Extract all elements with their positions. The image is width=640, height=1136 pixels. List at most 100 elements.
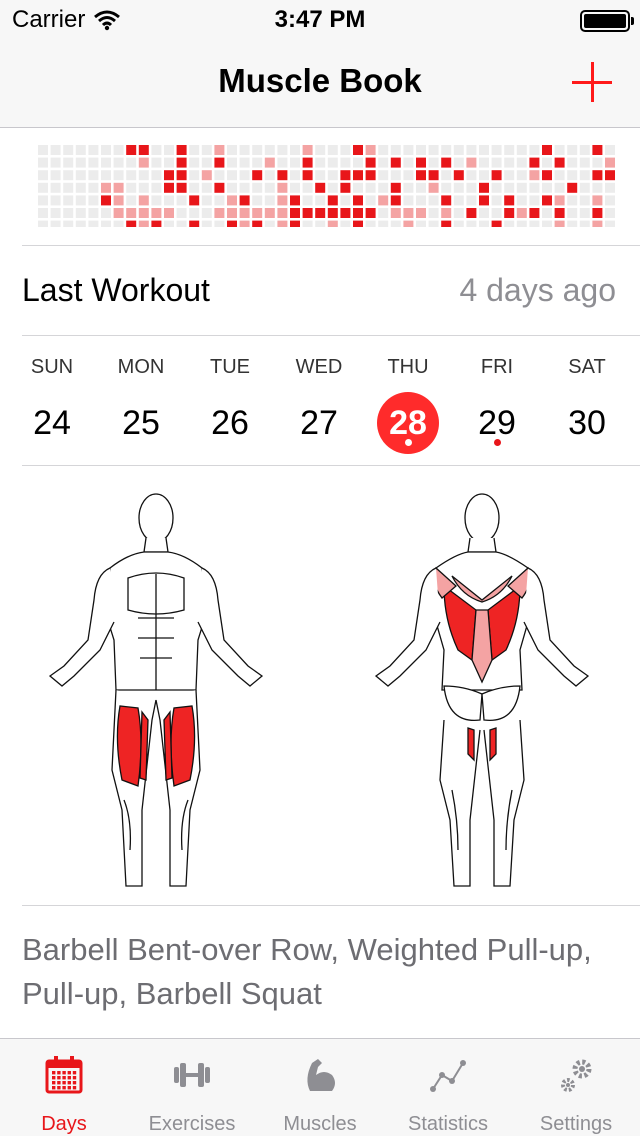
heatmap-cell — [290, 220, 300, 227]
heatmap-cell — [264, 195, 275, 206]
heatmap-cell — [390, 208, 401, 218]
heatmap-cell — [340, 208, 351, 218]
day-thu[interactable]: THU 28 — [363, 336, 453, 464]
heatmap-cell — [567, 157, 578, 168]
heatmap-cell — [252, 182, 263, 193]
heatmap-cell — [264, 157, 275, 168]
tab-label: Days — [41, 1113, 87, 1135]
heatmap-cell — [302, 182, 313, 193]
heatmap-cell — [441, 182, 452, 193]
workout-heatmap[interactable] — [24, 145, 616, 227]
heatmap-cell — [390, 157, 401, 168]
day-sun[interactable]: SUN 24 — [7, 336, 97, 464]
heatmap-cell — [201, 220, 212, 227]
heatmap-cell — [101, 145, 111, 155]
heatmap-cell — [403, 182, 414, 193]
heatmap-cell — [365, 182, 376, 193]
heatmap-cell — [327, 195, 338, 206]
last-workout-row[interactable]: Last Workout 4 days ago — [0, 248, 640, 334]
heatmap-cell — [529, 157, 540, 168]
day-name: SAT — [568, 356, 606, 378]
add-workout-button[interactable] — [572, 62, 612, 102]
heatmap-cell — [353, 220, 363, 227]
heatmap-cell — [201, 182, 212, 193]
heatmap-cell — [567, 220, 578, 227]
heatmap-cell — [63, 145, 74, 155]
heatmap-cell — [38, 170, 48, 181]
heatmap-cell — [113, 157, 124, 168]
heatmap-cell — [428, 170, 439, 181]
heatmap-cell — [491, 157, 502, 168]
status-time: 3:47 PM — [274, 6, 366, 33]
heatmap-cell — [428, 208, 439, 218]
tab-statistics[interactable]: Statistics — [384, 1039, 512, 1136]
heatmap-cell — [516, 157, 527, 168]
line-chart-icon — [428, 1055, 468, 1095]
heatmap-cell — [101, 220, 111, 227]
heatmap-cell — [479, 195, 489, 206]
heatmap-cell — [88, 182, 99, 193]
heatmap-cell — [516, 220, 527, 227]
heatmap-cell — [441, 170, 452, 181]
heatmap-cell — [214, 182, 225, 193]
heatmap-cell — [605, 157, 615, 168]
heatmap-cell — [88, 170, 99, 181]
gears-icon — [556, 1055, 596, 1095]
heatmap-cell — [189, 220, 200, 227]
heatmap-cell — [75, 220, 86, 227]
heatmap-cell — [403, 157, 414, 168]
bicep-icon — [300, 1055, 340, 1095]
heatmap-cell — [542, 157, 552, 168]
battery-icon — [580, 10, 634, 32]
heatmap-cell — [365, 195, 376, 206]
tab-muscles[interactable]: Muscles — [256, 1039, 384, 1136]
heatmap-cell — [239, 157, 250, 168]
heatmap-cell — [579, 220, 590, 227]
heatmap-cell — [428, 145, 439, 155]
heatmap-cell — [441, 195, 452, 206]
tab-days[interactable]: Days — [0, 1039, 128, 1136]
heatmap-cell — [88, 157, 99, 168]
day-name: FRI — [480, 356, 514, 378]
heatmap-cell — [75, 208, 86, 218]
day-tue[interactable]: TUE 26 — [185, 336, 275, 464]
heatmap-cell — [529, 182, 540, 193]
heatmap-cell — [542, 220, 552, 227]
heatmap-cell — [201, 157, 212, 168]
heatmap-cell — [453, 170, 464, 181]
day-fri[interactable]: FRI 29 — [452, 336, 542, 464]
heatmap-cell — [542, 208, 552, 218]
day-mon[interactable]: MON 25 — [96, 336, 186, 464]
heatmap-cell — [605, 145, 615, 155]
heatmap-cell — [504, 195, 515, 206]
heatmap-cell — [63, 208, 74, 218]
heatmap-cell — [214, 195, 225, 206]
day-sat[interactable]: SAT 30 — [542, 336, 632, 464]
heatmap-cell — [101, 182, 111, 193]
heatmap-cell — [579, 157, 590, 168]
heatmap-cell — [441, 157, 452, 168]
heatmap-cell — [542, 182, 552, 193]
heatmap-cell — [151, 145, 162, 155]
day-name: SUN — [30, 356, 74, 378]
heatmap-cell — [290, 157, 300, 168]
heatmap-cell — [353, 145, 363, 155]
tab-exercises[interactable]: Exercises — [128, 1039, 256, 1136]
heatmap-cell — [138, 195, 149, 206]
heatmap-cell — [50, 195, 61, 206]
heatmap-cell — [441, 220, 452, 227]
tab-bar: Days Exercises Muscles Statistics Settings — [0, 1038, 640, 1136]
heatmap-cell — [327, 220, 338, 227]
heatmap-cell — [189, 182, 200, 193]
heatmap-cell — [378, 145, 389, 155]
heatmap-cell — [63, 195, 74, 206]
heatmap-cell — [416, 170, 426, 181]
heatmap-cell — [88, 220, 99, 227]
heatmap-cell — [504, 145, 515, 155]
heatmap-cell — [353, 195, 363, 206]
heatmap-cell — [592, 182, 603, 193]
day-wed[interactable]: WED 27 — [274, 336, 364, 464]
heatmap-cell — [138, 170, 149, 181]
heatmap-cell — [214, 208, 225, 218]
tab-settings[interactable]: Settings — [512, 1039, 640, 1136]
